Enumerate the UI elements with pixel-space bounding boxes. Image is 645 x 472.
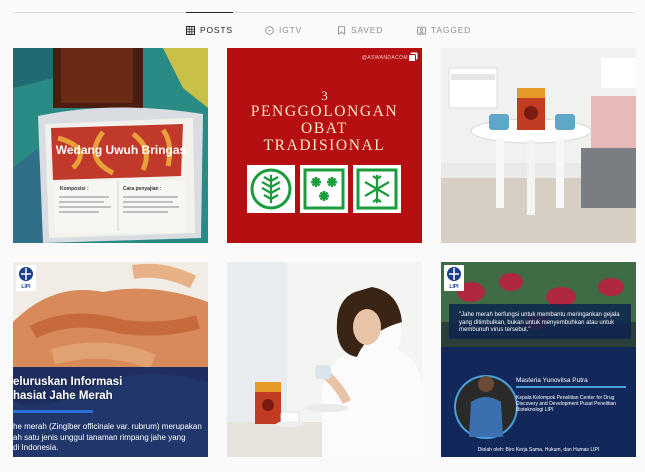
title-line: OBAT (301, 120, 348, 137)
title-line: TRADISIONAL (263, 137, 386, 154)
post-thumbnail-obat-tradisional[interactable]: @ASWANDACOM 3 PENGGOLONGAN OBAT TRADISIO… (227, 48, 422, 243)
post-thumbnail-wedang-uwuh[interactable]: Wedang Uwuh Bringas Komposisi : Cara pen… (13, 48, 208, 243)
wedang-uwuh-photo: Wedang Uwuh Bringas Komposisi : Cara pen… (13, 48, 208, 243)
carousel-icon (408, 52, 418, 62)
jamu-logo (247, 165, 295, 213)
lipi-logo-text: LIPI (21, 284, 31, 290)
body-line: he merah (Zingiber officinale var. rubru… (13, 422, 202, 431)
post-thumbnail-jahe-merah-info[interactable]: LIPI eluruskan Informasi hasiat Jahe Mer… (13, 262, 208, 457)
post-number: 3 (321, 88, 328, 103)
quote-text: "Jahe merah berfungsi untuk membantu mer… (459, 312, 620, 333)
account-handle: @ASWANDACOM (361, 55, 408, 61)
post-thumbnail-woman-tea[interactable] (227, 262, 422, 457)
fitofarmaka-logo (353, 165, 401, 213)
tab-igtv-label: IGTV (279, 25, 303, 35)
post-heading: eluruskan Informasi hasiat Jahe Merah (13, 375, 122, 403)
post-body: he merah (Zingiber officinale var. rubru… (13, 422, 208, 454)
woman-drinking-tea-photo (227, 262, 422, 457)
lipi-logo-text: LIPI (449, 284, 459, 290)
tab-posts-label: POSTS (200, 25, 233, 35)
ginger-plants-photo (441, 262, 636, 457)
title-line: PENGGOLONGAN (250, 103, 399, 120)
person-role: Kepala Kelompok Penelitian Center for Dr… (516, 395, 617, 414)
post-title: PENGGOLONGAN OBAT TRADISIONAL (237, 103, 412, 154)
post-thumbnail-product-table[interactable] (441, 48, 636, 243)
tab-tagged-label: TAGGED (431, 25, 472, 35)
heading-line: hasiat Jahe Merah (13, 390, 113, 402)
post-footer: Diolah oleh: Biro Kerja Sama, Hukum, dan… (477, 447, 600, 453)
person-name: Masteria Yunovilsa Putra (516, 377, 588, 384)
igtv-icon (265, 25, 274, 35)
post-thumbnail-lipi-quote[interactable]: LIPI "Jahe merah berfungsi untuk membant… (441, 262, 636, 457)
product-on-table-photo (441, 48, 636, 243)
label-preparation: Cara penyajian : (123, 186, 162, 192)
body-line: di Indonesia. (13, 443, 59, 452)
tab-saved[interactable]: SAVED (337, 13, 383, 47)
herbal-standar-logo (300, 165, 348, 213)
tab-saved-label: SAVED (351, 25, 384, 35)
tagged-icon (417, 26, 426, 35)
accent-bar (13, 410, 93, 413)
product-name: Wedang Uwuh Bringas (56, 143, 187, 157)
bookmark-icon (337, 25, 346, 35)
grid-icon (186, 25, 195, 35)
tab-tagged[interactable]: TAGGED (417, 13, 471, 47)
lipi-logo: LIPI (16, 265, 36, 291)
tab-igtv[interactable]: IGTV (265, 13, 302, 47)
profile-tabs: POSTS IGTV SAVED TAGGED (0, 12, 645, 47)
label-composition: Komposisi : (60, 186, 89, 192)
heading-line: eluruskan Informasi (13, 376, 123, 388)
body-line: ah satu jenis unggul tanaman rimpang jah… (13, 432, 186, 442)
lipi-logo: LIPI (444, 265, 464, 291)
tab-posts[interactable]: POSTS (186, 12, 233, 47)
